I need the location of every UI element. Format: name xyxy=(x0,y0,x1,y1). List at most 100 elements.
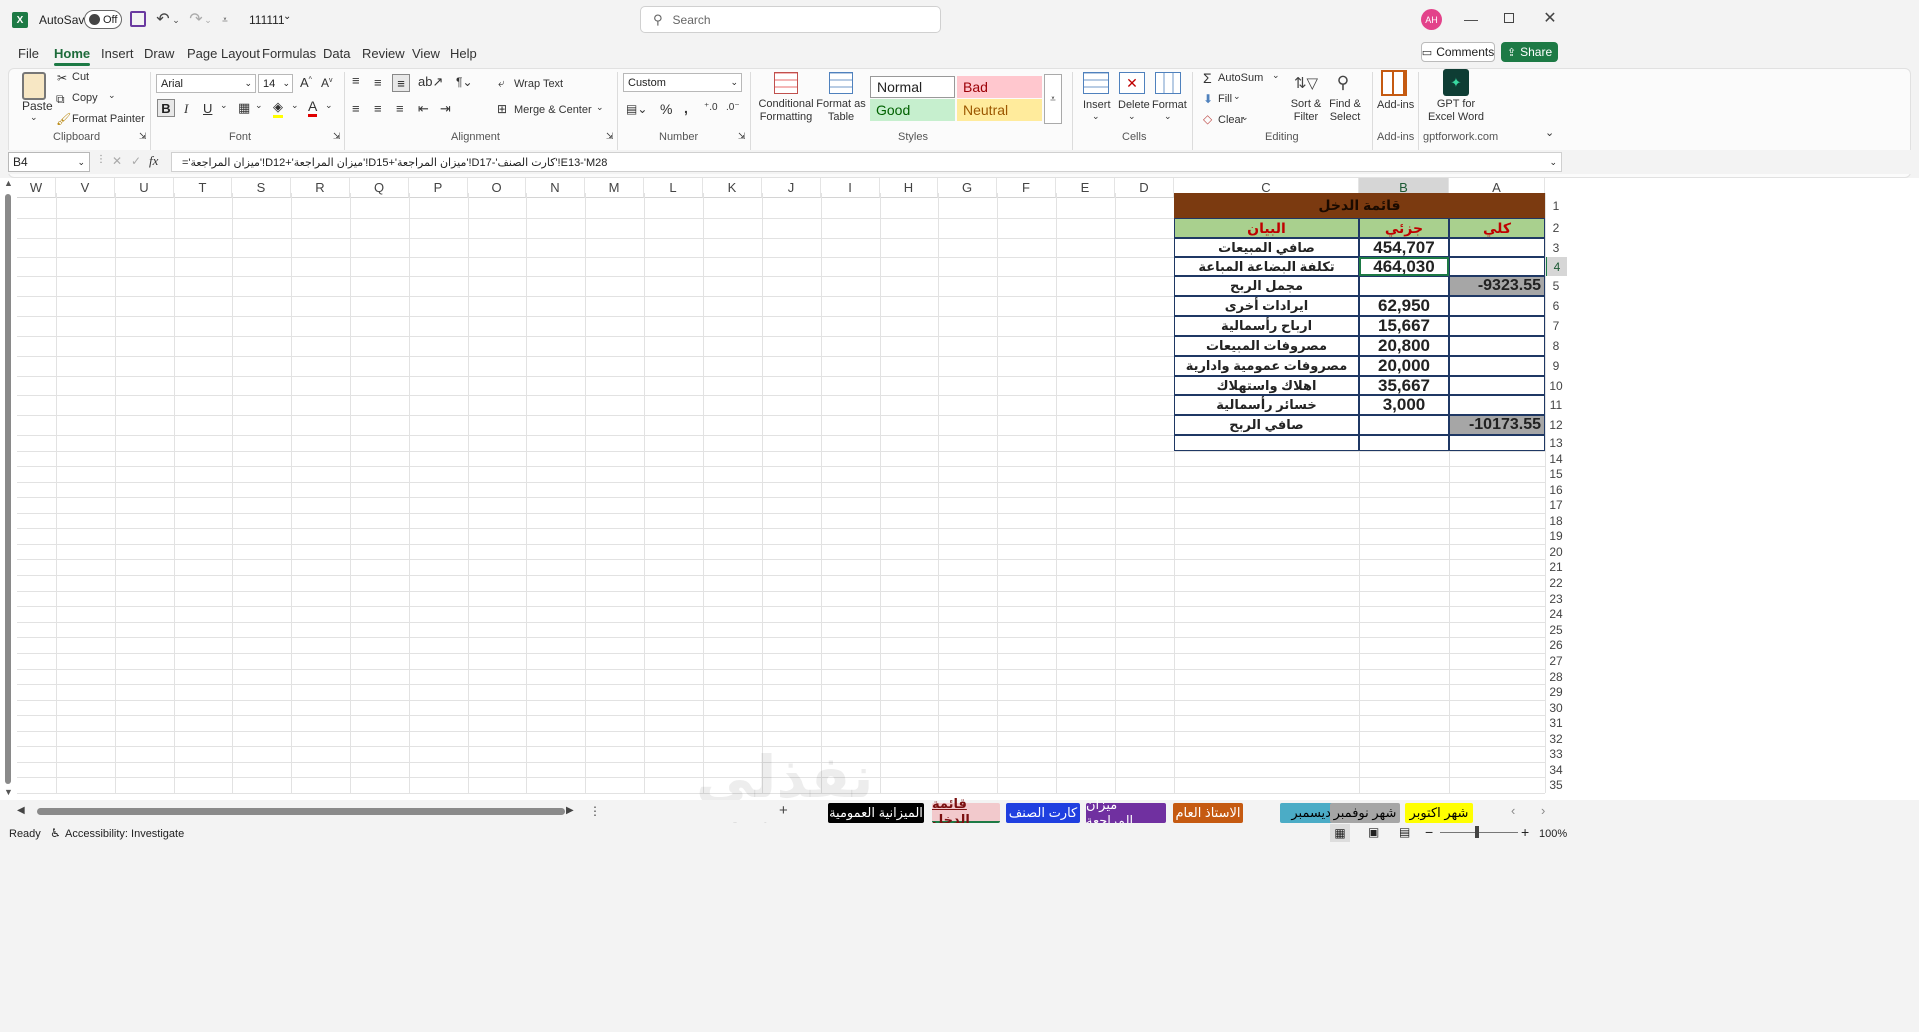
tab-home[interactable]: Home xyxy=(54,46,91,66)
sheet-tab[interactable]: الاستاذ العام xyxy=(1173,803,1243,823)
table-row-partial[interactable] xyxy=(1359,276,1449,296)
row-header[interactable]: 21 xyxy=(1545,559,1567,575)
delete-cells-icon[interactable]: ✕ xyxy=(1119,72,1145,94)
borders-chevron-icon[interactable]: ⌄ xyxy=(255,100,263,111)
underline-button[interactable]: U xyxy=(203,101,212,116)
row-header[interactable]: 5 xyxy=(1545,276,1567,296)
tab-formulas[interactable]: Formulas xyxy=(262,46,316,61)
sheet-tab[interactable]: شهر اكتوبر xyxy=(1405,803,1473,823)
autosum-chevron-icon[interactable]: ⌄ xyxy=(1272,70,1280,81)
conditional-formatting-label[interactable]: Conditional Formatting xyxy=(756,98,816,124)
column-header[interactable]: Q xyxy=(350,178,409,198)
comments-button[interactable]: ▭ Comments xyxy=(1421,42,1495,62)
comma-icon[interactable]: , xyxy=(684,100,688,116)
table-row-partial[interactable]: 3,000 xyxy=(1359,395,1449,415)
table-row-total[interactable] xyxy=(1449,257,1545,276)
column-header[interactable]: R xyxy=(291,178,350,198)
row-header[interactable]: 24 xyxy=(1545,606,1567,622)
add-sheet-icon[interactable]: + xyxy=(779,802,788,819)
table-row-description[interactable]: صافي المبيعات xyxy=(1174,238,1359,257)
search-box[interactable]: ⚲ Search xyxy=(640,6,941,33)
percent-icon[interactable]: % xyxy=(660,101,672,117)
fill-color-chevron-icon[interactable]: ⌄ xyxy=(291,100,299,111)
undo-dropdown-icon[interactable]: ⌄ xyxy=(172,10,180,30)
fill-icon[interactable]: ⬇ xyxy=(1203,92,1213,106)
text-direction-icon[interactable]: ¶⌄ xyxy=(456,75,473,89)
table-row-partial[interactable] xyxy=(1359,415,1449,435)
hscroll-right-icon[interactable]: ▶ xyxy=(566,805,574,816)
column-header[interactable]: I xyxy=(821,178,880,198)
sheet-nav-prev-icon[interactable]: ‹ xyxy=(1511,803,1515,818)
decrease-decimal-icon[interactable]: .0⁻ xyxy=(726,102,740,113)
row-header[interactable]: 19 xyxy=(1545,528,1567,544)
font-name-select[interactable]: Arial ⌄ xyxy=(156,74,256,93)
table-row-partial[interactable]: 35,667 xyxy=(1359,376,1449,395)
table-row-description[interactable]: ايرادات أخرى xyxy=(1174,296,1359,316)
table-row-partial[interactable]: 15,667 xyxy=(1359,316,1449,336)
table-row-total[interactable] xyxy=(1449,356,1545,376)
wrap-text-icon[interactable]: ⤶ xyxy=(498,76,505,91)
column-header[interactable]: W xyxy=(17,178,56,198)
style-bad[interactable]: Bad xyxy=(957,76,1042,98)
row-header[interactable]: 12 xyxy=(1545,415,1567,435)
align-top-icon[interactable]: ≡ xyxy=(352,73,360,88)
table-row-partial[interactable]: 20,800 xyxy=(1359,336,1449,356)
orientation-icon[interactable]: ab↗ xyxy=(418,74,443,90)
format-cells-chevron-icon[interactable]: ⌄ xyxy=(1164,111,1172,122)
cut-label[interactable]: Cut xyxy=(72,71,89,83)
tab-data[interactable]: Data xyxy=(323,46,350,61)
delete-cells-chevron-icon[interactable]: ⌄ xyxy=(1128,111,1136,122)
number-launcher-icon[interactable]: ⇲ xyxy=(738,131,746,142)
borders-icon[interactable]: ▦ xyxy=(238,100,250,116)
style-neutral[interactable]: Neutral xyxy=(957,99,1042,121)
fill-chevron-icon[interactable]: ⌄ xyxy=(1233,91,1241,102)
insert-cells-chevron-icon[interactable]: ⌄ xyxy=(1092,111,1100,122)
format-painter-label[interactable]: Format Painter xyxy=(72,113,145,125)
row-header[interactable]: 1 xyxy=(1545,193,1567,218)
table-empty-cell[interactable] xyxy=(1449,435,1545,451)
font-color-icon[interactable]: A xyxy=(308,98,318,117)
paste-chevron-icon[interactable]: ⌄ xyxy=(30,112,38,123)
clear-icon[interactable]: ◇ xyxy=(1203,112,1212,126)
table-row-description[interactable]: مجمل الربح xyxy=(1174,276,1359,296)
table-row-total[interactable] xyxy=(1449,376,1545,395)
hscroll-left-icon[interactable]: ◀ xyxy=(17,805,25,816)
file-name-chevron-icon[interactable]: ⌄ xyxy=(283,11,291,22)
name-box[interactable]: B4 ⌄ xyxy=(8,152,90,172)
format-as-table-label[interactable]: Format as Table xyxy=(816,98,866,124)
insert-function-icon[interactable]: fx xyxy=(149,153,158,169)
zoom-slider-track[interactable] xyxy=(1440,832,1518,833)
vertical-scroll-up-icon[interactable]: ▲ xyxy=(4,178,13,188)
autosum-icon[interactable]: Σ xyxy=(1203,70,1212,86)
column-header[interactable]: S xyxy=(232,178,291,198)
sheet-tab[interactable]: كارت الصنف xyxy=(1006,803,1080,823)
row-header[interactable]: 16 xyxy=(1545,482,1567,497)
bold-button[interactable]: B xyxy=(157,99,175,117)
row-header[interactable]: 26 xyxy=(1545,637,1567,653)
copy-icon[interactable]: ⧉ xyxy=(56,92,65,107)
autosum-label[interactable]: AutoSum xyxy=(1218,72,1263,84)
formula-input[interactable]: ='ميزان المراجعة'!D12+'ميزان المراجعة'!D… xyxy=(171,152,1562,172)
find-select-icon[interactable]: ⚲ xyxy=(1330,70,1356,96)
tab-draw[interactable]: Draw xyxy=(144,46,174,61)
find-select-label[interactable]: Find & Select xyxy=(1323,98,1367,124)
column-header[interactable]: M xyxy=(585,178,644,198)
font-launcher-icon[interactable]: ⇲ xyxy=(333,131,341,142)
table-row-description[interactable]: ارباح رأسمالية xyxy=(1174,316,1359,336)
accounting-format-icon[interactable]: ▤⌄ xyxy=(626,102,647,116)
styles-gallery-more-icon[interactable]: ⩡ xyxy=(1044,74,1062,124)
addins-label[interactable]: Add-ins xyxy=(1377,99,1414,111)
wrap-text-label[interactable]: Wrap Text xyxy=(514,78,563,90)
zoom-in-icon[interactable]: + xyxy=(1521,824,1529,840)
tab-help[interactable]: Help xyxy=(450,46,477,61)
merge-center-icon[interactable]: ⊞ xyxy=(497,102,507,116)
column-header[interactable]: H xyxy=(880,178,938,198)
customize-toolbar-icon[interactable]: ⩡ xyxy=(220,10,230,30)
sort-filter-label[interactable]: Sort & Filter xyxy=(1286,98,1326,124)
table-empty-cell[interactable] xyxy=(1359,435,1449,451)
cut-icon[interactable]: ✂ xyxy=(57,71,67,85)
row-header[interactable]: 14 xyxy=(1545,451,1567,466)
avatar[interactable]: AH xyxy=(1421,9,1442,30)
row-header[interactable]: 34 xyxy=(1545,762,1567,777)
sort-filter-icon[interactable]: ⇅▽ xyxy=(1293,70,1319,96)
